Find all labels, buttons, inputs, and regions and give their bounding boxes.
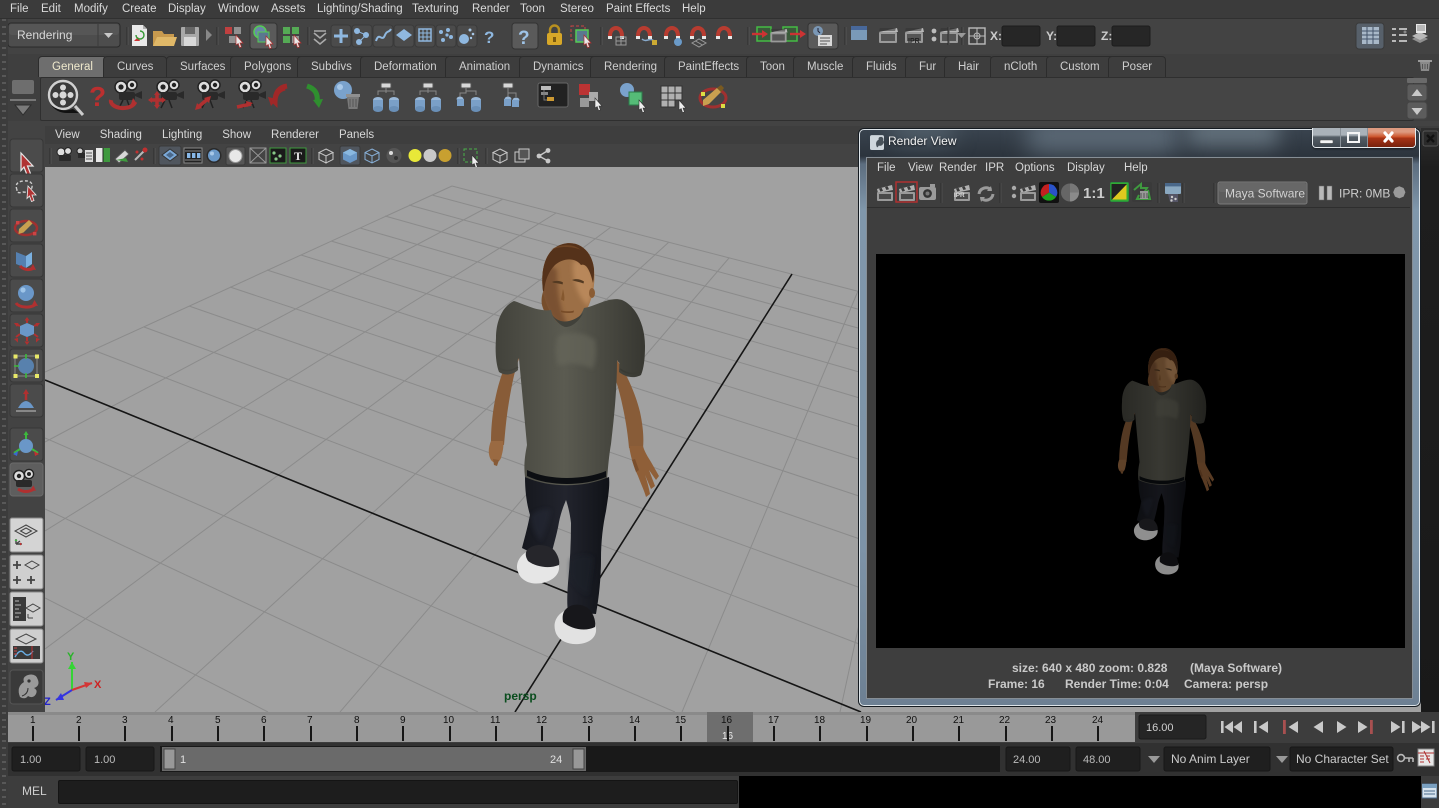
svg-text:Maya Software: Maya Software bbox=[1225, 187, 1305, 201]
svg-text:X: X bbox=[94, 679, 102, 691]
svg-text:No Anim Layer: No Anim Layer bbox=[1171, 752, 1250, 766]
svg-text:22: 22 bbox=[999, 715, 1011, 726]
svg-text:17: 17 bbox=[768, 715, 780, 726]
svg-text:21: 21 bbox=[953, 715, 965, 726]
svg-text:15: 15 bbox=[675, 715, 687, 726]
svg-text:14: 14 bbox=[629, 715, 641, 726]
svg-text:18: 18 bbox=[814, 715, 826, 726]
svg-text:1: 1 bbox=[30, 715, 36, 726]
svg-text:5: 5 bbox=[215, 715, 221, 726]
svg-text:Rendering: Rendering bbox=[17, 28, 72, 42]
svg-text:Y:: Y: bbox=[1046, 29, 1057, 43]
svg-text:?: ? bbox=[518, 28, 530, 49]
svg-text:IPR: 0MB: IPR: 0MB bbox=[1339, 187, 1390, 201]
svg-text:IPR: IPR bbox=[908, 38, 920, 45]
svg-text:19: 19 bbox=[860, 715, 872, 726]
svg-text:?: ? bbox=[89, 81, 106, 112]
svg-text:T: T bbox=[294, 149, 302, 163]
svg-text:1.00: 1.00 bbox=[20, 754, 41, 766]
svg-text:X:: X: bbox=[990, 29, 1002, 43]
svg-text:23: 23 bbox=[1045, 715, 1057, 726]
svg-text:?: ? bbox=[484, 28, 494, 47]
svg-text:8: 8 bbox=[354, 715, 360, 726]
svg-text:16.00: 16.00 bbox=[1146, 722, 1174, 734]
svg-text:3: 3 bbox=[122, 715, 128, 726]
svg-text:9: 9 bbox=[400, 715, 406, 726]
svg-text:Z: Z bbox=[45, 696, 51, 708]
svg-text:10: 10 bbox=[443, 715, 455, 726]
svg-text:20: 20 bbox=[906, 715, 918, 726]
svg-text:Y: Y bbox=[67, 651, 75, 663]
svg-text:1:1: 1:1 bbox=[1083, 185, 1105, 202]
svg-text:persp: persp bbox=[504, 689, 537, 703]
svg-text:4: 4 bbox=[168, 715, 174, 726]
svg-text:No Character Set: No Character Set bbox=[1296, 752, 1389, 766]
svg-text:6: 6 bbox=[261, 715, 267, 726]
svg-text:13: 13 bbox=[582, 715, 594, 726]
svg-text:Z:: Z: bbox=[1101, 29, 1112, 43]
svg-text:24.00: 24.00 bbox=[1013, 754, 1041, 766]
svg-text:24: 24 bbox=[550, 754, 562, 766]
svg-text:11: 11 bbox=[490, 715, 501, 726]
svg-text:16: 16 bbox=[721, 715, 733, 726]
svg-text:1.00: 1.00 bbox=[94, 754, 115, 766]
svg-text:2: 2 bbox=[76, 715, 82, 726]
svg-text:7: 7 bbox=[307, 715, 313, 726]
svg-text:24: 24 bbox=[1092, 715, 1104, 726]
svg-text:48.00: 48.00 bbox=[1083, 754, 1111, 766]
svg-text:12: 12 bbox=[536, 715, 548, 726]
svg-text:IPR: IPR bbox=[954, 192, 965, 199]
svg-text:1: 1 bbox=[180, 754, 186, 766]
